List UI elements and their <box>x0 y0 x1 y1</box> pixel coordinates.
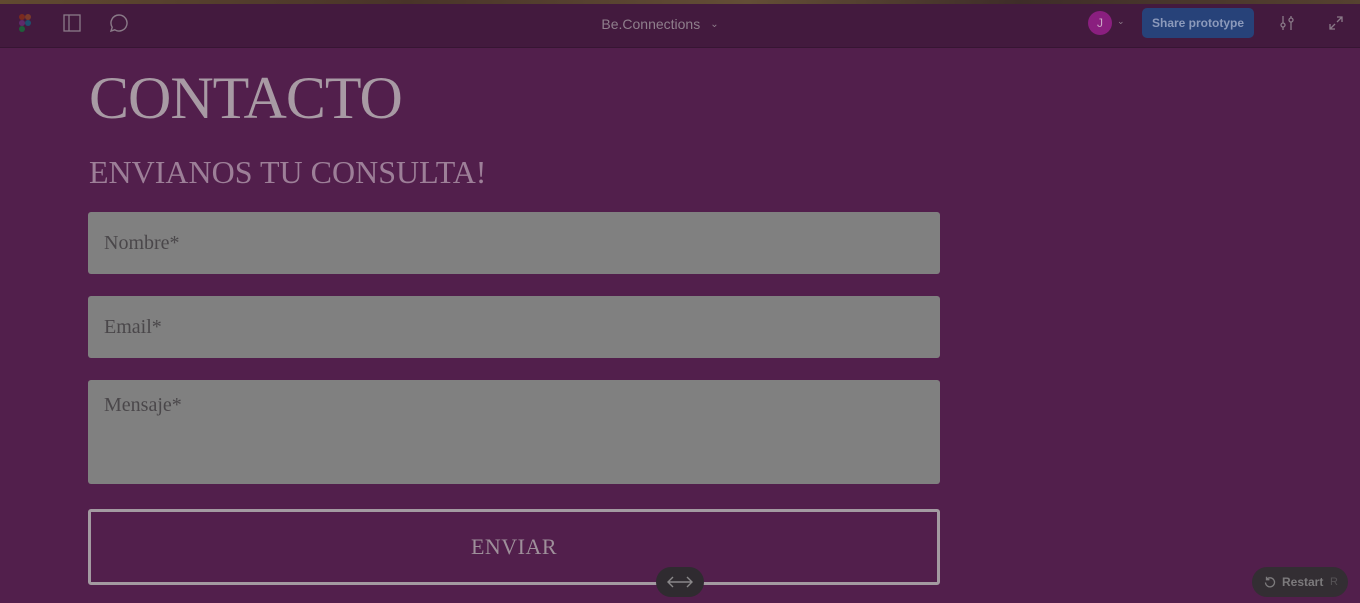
restart-button[interactable]: Restart R <box>1252 567 1348 597</box>
expand-arrows-icon[interactable] <box>1325 12 1347 34</box>
form-subtitle: ENVIANOS TU CONSULTA! <box>89 154 487 190</box>
prototype-nav-arrows[interactable] <box>656 567 704 597</box>
comment-bubble-icon[interactable] <box>108 12 130 34</box>
left-right-arrows-icon <box>667 576 693 588</box>
file-name: Be.Connections <box>601 16 701 32</box>
sliders-icon[interactable] <box>1276 12 1298 34</box>
avatar[interactable]: J <box>1088 11 1112 35</box>
restart-shortcut: R <box>1330 576 1338 588</box>
avatar-initial: J <box>1097 16 1103 30</box>
prototype-toolbar: Be.Connections ⌄ J ⌄ Share prototype <box>0 0 1360 48</box>
email-field[interactable] <box>88 296 940 358</box>
toolbar-top-strip <box>0 0 1360 4</box>
chevron-down-icon[interactable]: ⌄ <box>1117 16 1125 27</box>
figma-logo-icon[interactable] <box>14 12 36 34</box>
sidebar-panel-icon[interactable] <box>61 12 83 34</box>
message-field[interactable] <box>88 380 940 484</box>
page-title: CONTACTO <box>89 65 403 131</box>
restart-icon <box>1264 576 1276 588</box>
submit-button[interactable]: ENVIAR <box>88 509 940 585</box>
share-prototype-button[interactable]: Share prototype <box>1142 8 1254 38</box>
chevron-down-icon: ⌄ <box>710 18 719 30</box>
name-field[interactable] <box>88 212 940 274</box>
file-title-menu[interactable]: Be.Connections ⌄ <box>560 14 760 34</box>
restart-label: Restart <box>1282 575 1324 589</box>
